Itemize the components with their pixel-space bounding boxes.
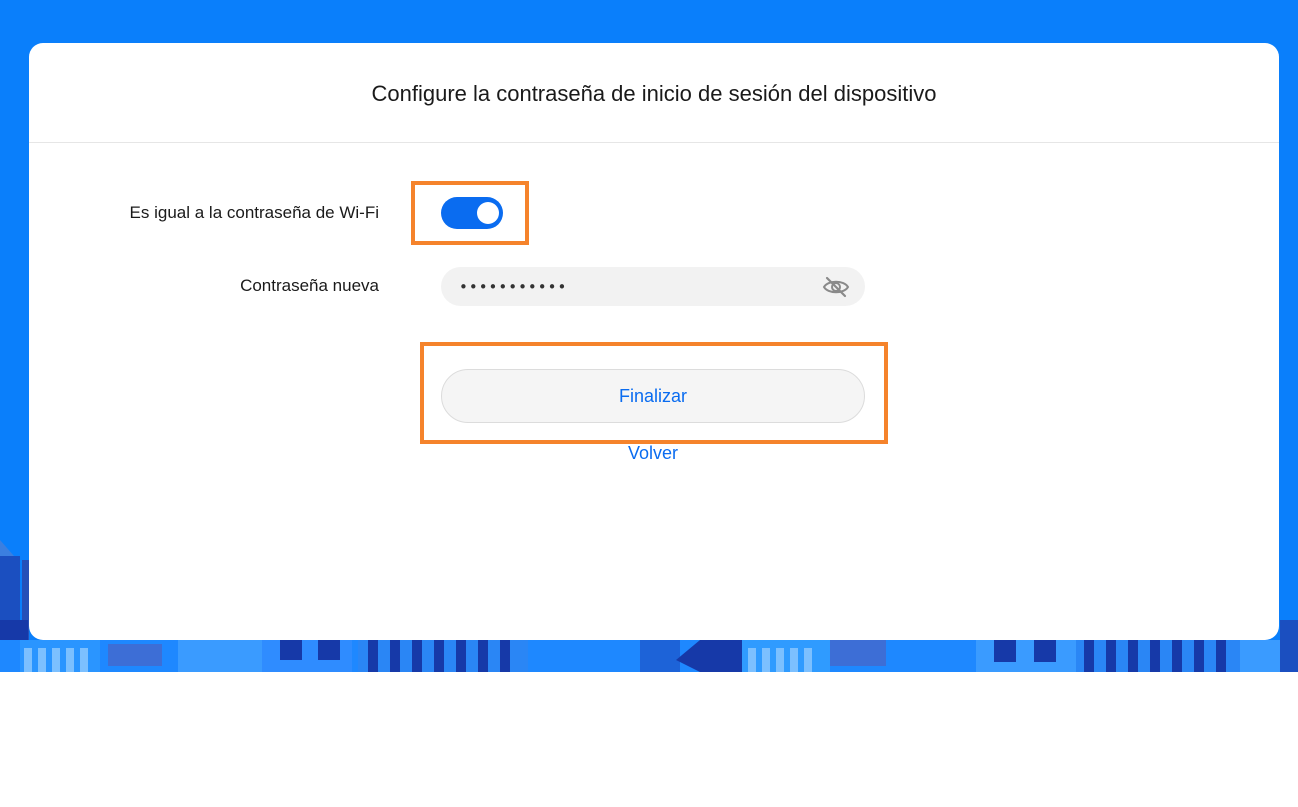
setup-card: Configure la contraseña de inicio de ses… xyxy=(29,43,1279,640)
new-password-label: Contraseña nueva xyxy=(240,276,379,295)
toggle-knob xyxy=(477,202,499,224)
background: Configure la contraseña de inicio de ses… xyxy=(0,0,1298,672)
page-title: Configure la contraseña de inicio de ses… xyxy=(371,80,937,106)
same-as-wifi-toggle[interactable] xyxy=(441,197,503,229)
new-password-field[interactable]: ••••••••••• xyxy=(441,267,865,306)
card-header: Configure la contraseña de inicio de ses… xyxy=(29,43,1279,143)
finish-button[interactable]: Finalizar xyxy=(441,369,865,423)
eye-slash-icon[interactable] xyxy=(821,272,851,302)
new-password-value[interactable]: ••••••••••• xyxy=(459,278,821,296)
same-as-wifi-label: Es igual a la contraseña de Wi-Fi xyxy=(129,203,379,222)
back-link[interactable]: Volver xyxy=(441,443,865,464)
